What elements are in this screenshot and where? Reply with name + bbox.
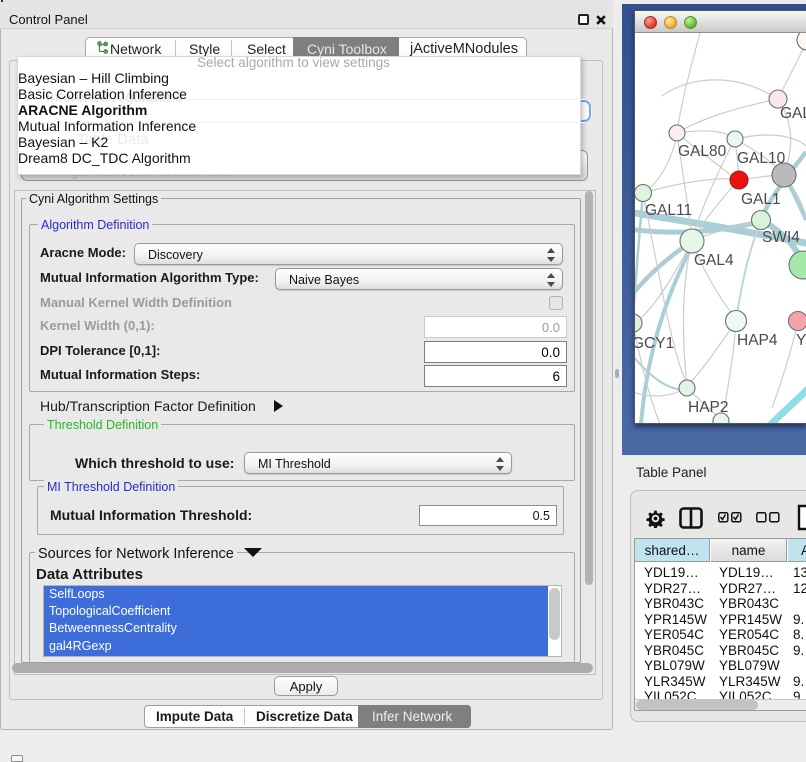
svg-text:GAL80: GAL80 [678,143,727,160]
svg-text:Y: Y [796,332,806,349]
svg-text:HAP4: HAP4 [737,332,778,349]
svg-text:GAL11: GAL11 [645,202,692,219]
svg-text:GAL4: GAL4 [694,252,734,269]
svg-text:GCY1: GCY1 [635,335,674,352]
svg-text:HAP2: HAP2 [688,399,729,416]
svg-text:GAL1: GAL1 [741,191,781,208]
svg-text:SWI4: SWI4 [762,229,800,246]
svg-text:GAL7: GAL7 [780,105,806,122]
svg-text:GAL10: GAL10 [737,150,786,167]
